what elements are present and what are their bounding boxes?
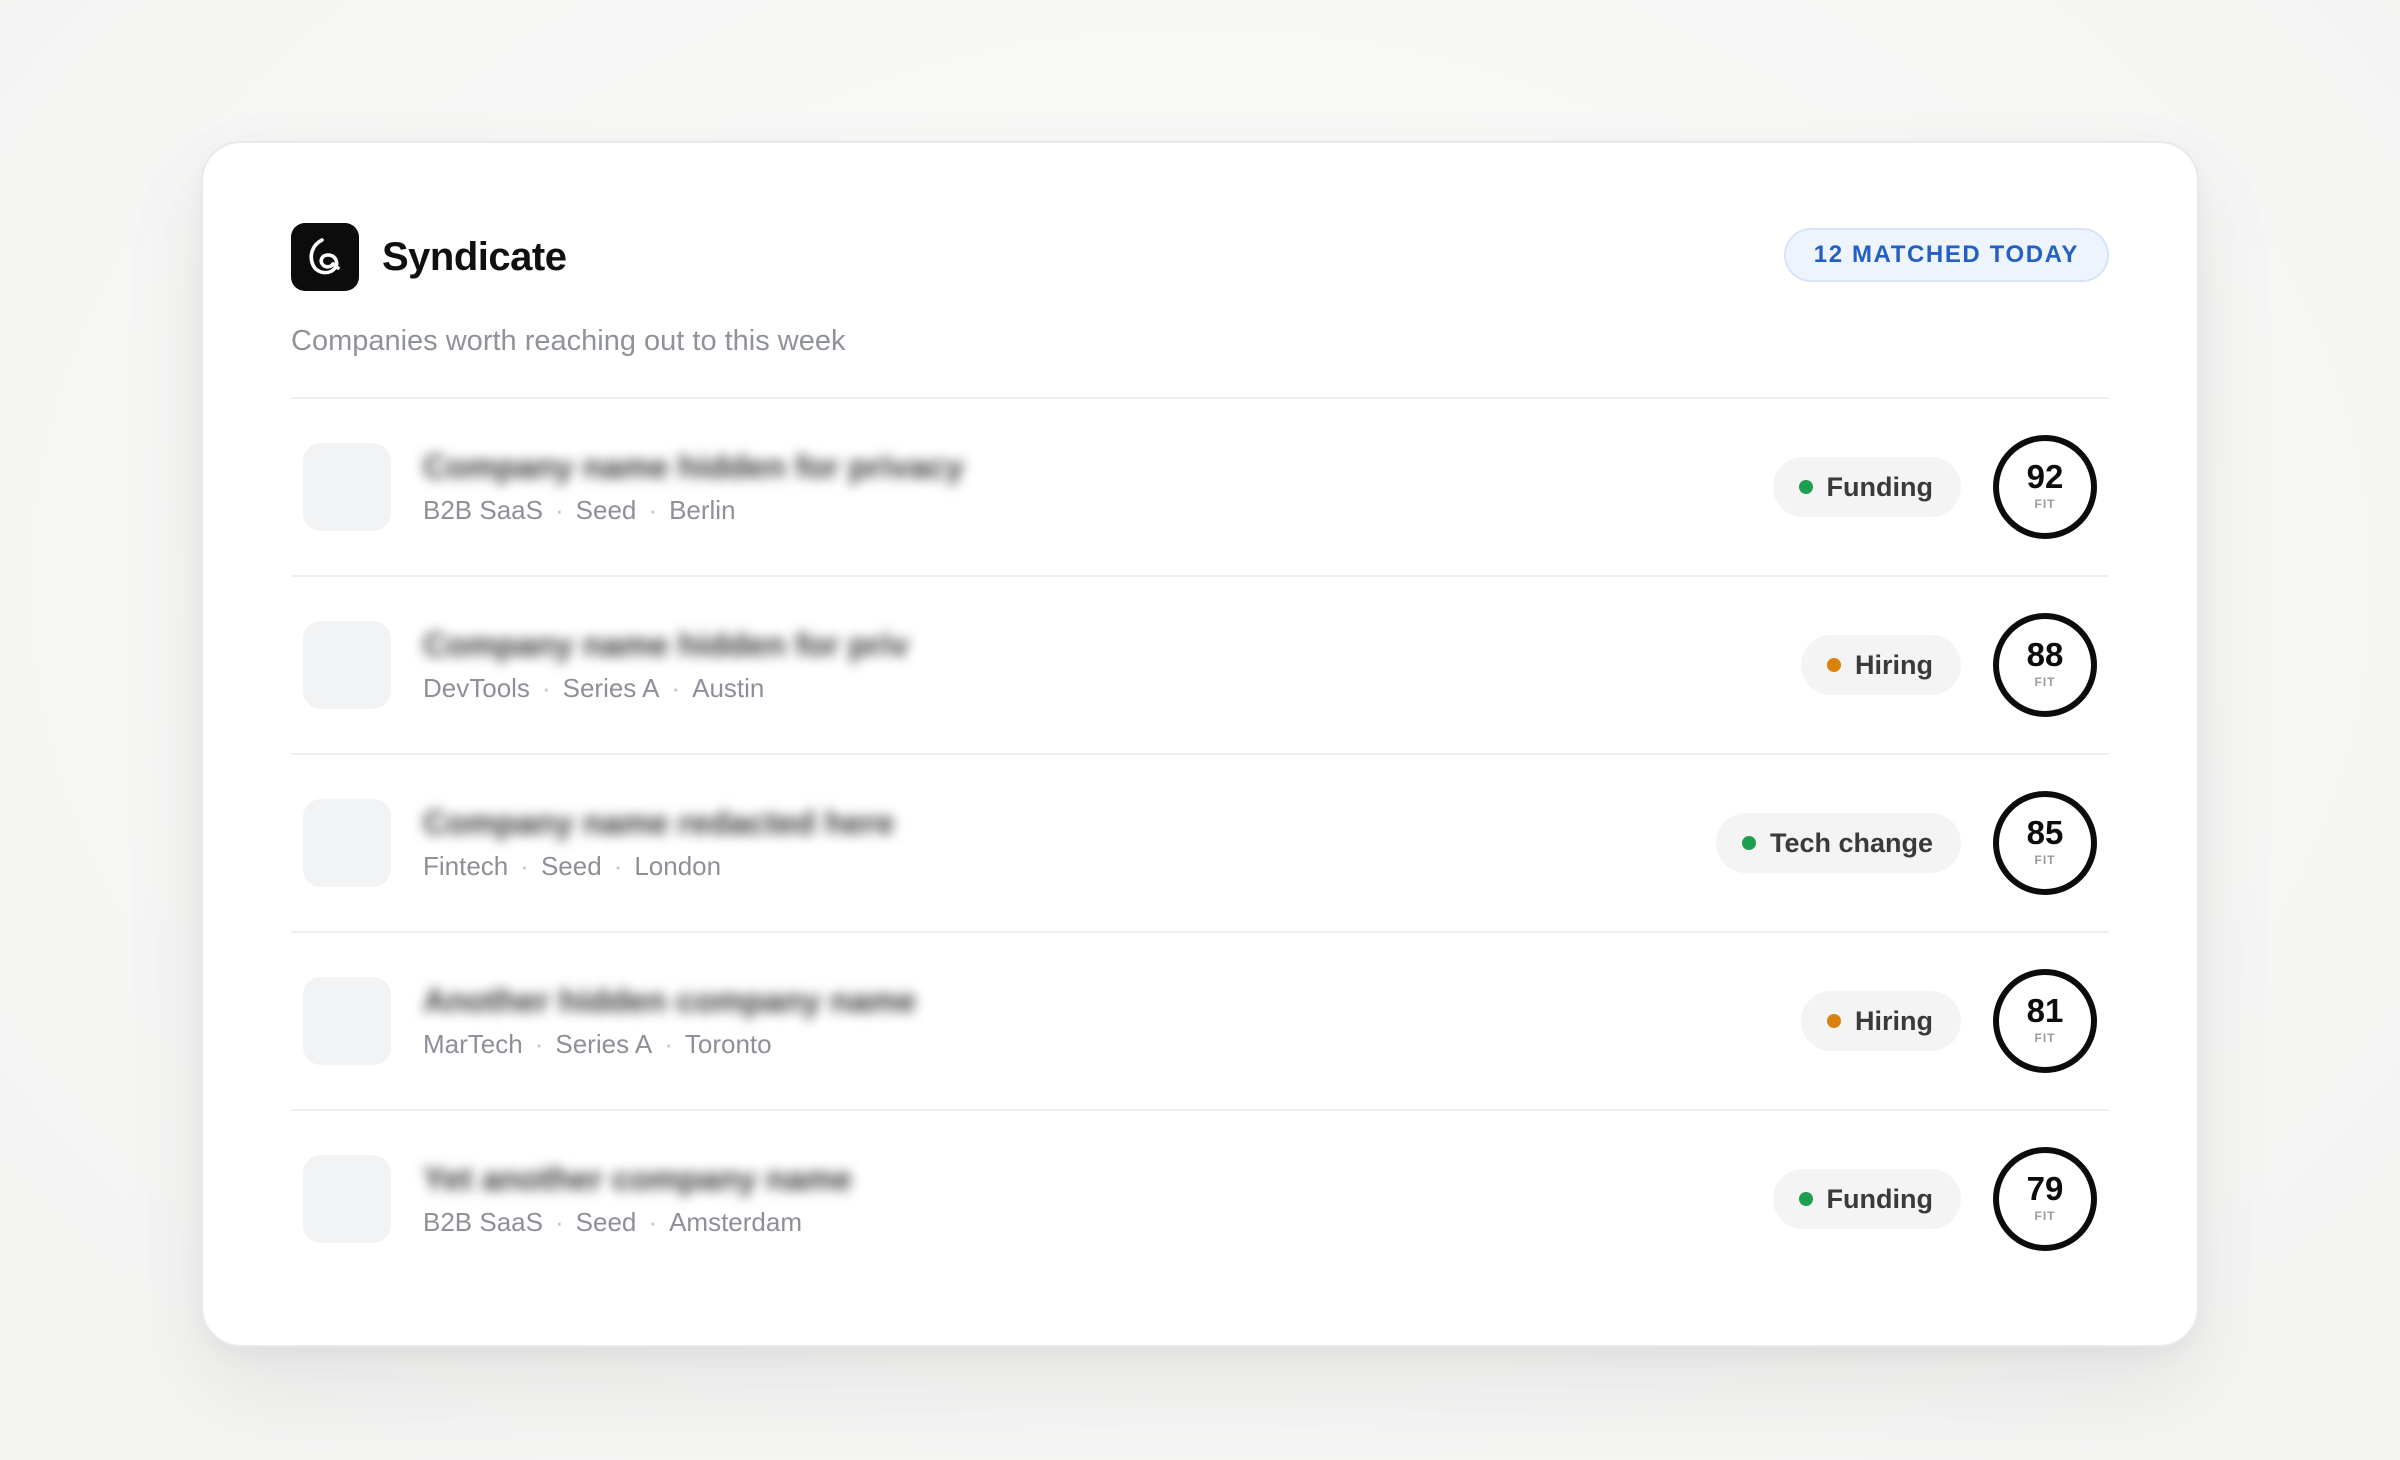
company-sector: B2B SaaS bbox=[423, 495, 543, 525]
signal-label: Funding bbox=[1826, 472, 1933, 502]
fit-score-ring: 92 FIT bbox=[1993, 435, 2097, 539]
company-stage: Seed bbox=[575, 495, 637, 525]
meta-separator: · bbox=[520, 851, 529, 881]
fit-score-ring: 88 FIT bbox=[1993, 613, 2097, 717]
fit-score-value: 92 bbox=[2026, 458, 2064, 495]
company-city: London bbox=[634, 851, 722, 881]
signal-pill[interactable]: Funding bbox=[1772, 1169, 1961, 1229]
fit-score-unit: FIT bbox=[2034, 1031, 2056, 1045]
meta-separator: · bbox=[648, 1207, 658, 1237]
matched-today-badge: 12 MATCHED TODAY bbox=[1783, 228, 2109, 282]
company-meta: Fintech · Seed · London bbox=[423, 849, 721, 883]
company-name: Company name redacted here bbox=[423, 804, 895, 841]
company-logo-placeholder bbox=[303, 977, 391, 1065]
fit-score-unit: FIT bbox=[2034, 497, 2056, 511]
fit-score-value: 88 bbox=[2026, 636, 2064, 673]
company-row[interactable]: Company name redacted here Fintech · Seed ·… bbox=[291, 753, 2109, 931]
company-sector: MarTech bbox=[423, 1029, 523, 1059]
signal-label: Tech change bbox=[1769, 828, 1933, 858]
app-title: Syndicate bbox=[382, 235, 567, 279]
signal-pill[interactable]: Funding bbox=[1772, 457, 1961, 517]
company-city: Berlin bbox=[669, 495, 736, 525]
signal-dot-icon bbox=[1827, 658, 1841, 672]
fit-score-ring: 81 FIT bbox=[1993, 969, 2097, 1073]
card-header: Syndicate Companies worth reaching out t… bbox=[291, 223, 2109, 393]
meta-separator: · bbox=[613, 851, 623, 881]
matches-card: Syndicate Companies worth reaching out t… bbox=[201, 141, 2199, 1347]
meta-separator: · bbox=[648, 495, 658, 525]
company-name: Company name hidden for priv bbox=[423, 626, 909, 663]
company-row[interactable]: Yet another company name B2B SaaS · Seed · A… bbox=[291, 1109, 2109, 1287]
page-subtitle: Companies worth reaching out to this wee… bbox=[291, 325, 846, 357]
company-city: Amsterdam bbox=[669, 1207, 802, 1237]
company-meta: B2B SaaS · Seed · Amsterdam bbox=[423, 1205, 802, 1239]
company-city: Toronto bbox=[684, 1029, 772, 1059]
company-row[interactable]: Company name hidden for privacy B2B SaaS… bbox=[291, 397, 2109, 575]
fit-score-unit: FIT bbox=[2034, 1209, 2056, 1223]
meta-separator: · bbox=[541, 673, 551, 703]
company-name: Yet another company name bbox=[423, 1160, 853, 1197]
company-sector: DevTools bbox=[423, 673, 530, 703]
fit-score-ring: 79 FIT bbox=[1993, 1147, 2097, 1251]
company-city: Austin bbox=[692, 673, 765, 703]
company-stage: Seed bbox=[540, 851, 602, 881]
company-stage: Series A bbox=[555, 1029, 653, 1059]
signal-dot-icon bbox=[1798, 480, 1813, 494]
company-list: Company name hidden for privacy B2B SaaS… bbox=[291, 397, 2109, 1287]
company-logo-placeholder bbox=[303, 1155, 391, 1243]
fit-score-unit: FIT bbox=[2034, 675, 2056, 689]
company-logo-placeholder bbox=[303, 799, 391, 887]
fit-score-value: 79 bbox=[2026, 1170, 2064, 1207]
signal-pill[interactable]: Tech change bbox=[1715, 813, 1961, 873]
company-meta: MarTech · Series A · Toronto bbox=[423, 1027, 772, 1061]
signal-label: Hiring bbox=[1855, 1006, 1933, 1036]
fit-score-ring: 85 FIT bbox=[1993, 791, 2097, 895]
fit-score-value: 81 bbox=[2026, 992, 2064, 1029]
signal-dot-icon bbox=[1741, 836, 1756, 850]
meta-separator: · bbox=[534, 1029, 544, 1059]
signal-pill[interactable]: Hiring bbox=[1801, 635, 1961, 695]
signal-label: Hiring bbox=[1855, 650, 1933, 680]
meta-separator: · bbox=[554, 1207, 564, 1237]
company-row[interactable]: Another hidden company name MarTech · Seri… bbox=[291, 931, 2109, 1109]
fit-score-value: 85 bbox=[2026, 814, 2064, 851]
fit-score-unit: FIT bbox=[2034, 853, 2056, 867]
company-logo-placeholder bbox=[303, 443, 391, 531]
spiral-logo-icon bbox=[291, 223, 359, 291]
signal-label: Funding bbox=[1826, 1184, 1933, 1214]
company-name: Company name hidden for privacy bbox=[423, 448, 964, 485]
meta-separator: · bbox=[671, 673, 681, 703]
signal-pill[interactable]: Hiring bbox=[1801, 991, 1961, 1051]
signal-dot-icon bbox=[1827, 1014, 1841, 1028]
meta-separator: · bbox=[664, 1029, 673, 1059]
company-stage: Seed bbox=[575, 1207, 637, 1237]
company-meta: DevTools · Series A · Austin bbox=[423, 671, 764, 705]
company-meta: B2B SaaS · Seed · Berlin bbox=[423, 493, 736, 527]
meta-separator: · bbox=[554, 495, 564, 525]
company-sector: B2B SaaS bbox=[423, 1207, 543, 1237]
company-logo-placeholder bbox=[303, 621, 391, 709]
company-sector: Fintech bbox=[423, 851, 509, 881]
company-row[interactable]: Company name hidden for priv DevTools · Se… bbox=[291, 575, 2109, 753]
company-name: Another hidden company name bbox=[423, 982, 917, 1019]
company-stage: Series A bbox=[562, 673, 660, 703]
signal-dot-icon bbox=[1798, 1192, 1813, 1206]
